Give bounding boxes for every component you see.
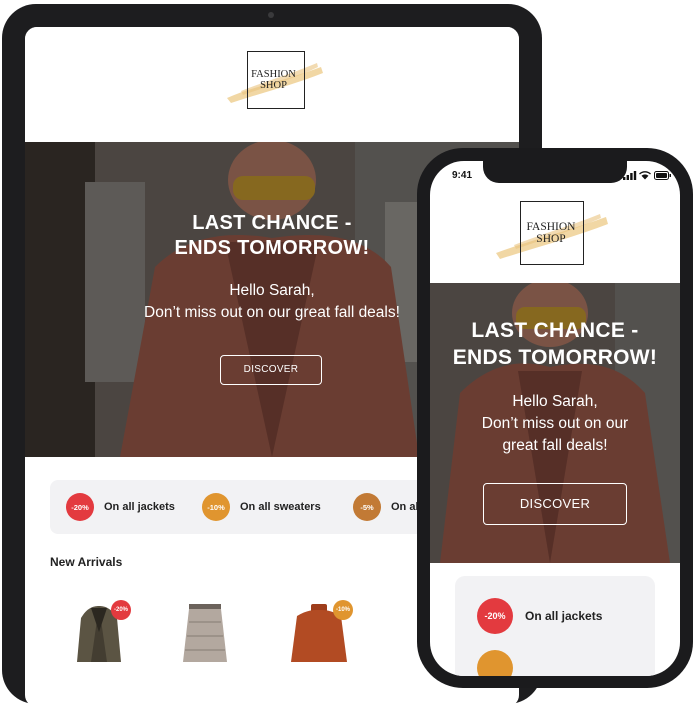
discount-badge: -5% (353, 493, 381, 521)
phone-hero-banner: LAST CHANCE - ENDS TOMORROW! Hello Sarah… (430, 283, 680, 563)
logo-line-1: FASHION (526, 221, 576, 233)
status-time: 9:41 (452, 170, 473, 181)
discount-badge: -20% (66, 493, 94, 521)
hero-headline-line-2: ENDS TOMORROW! (452, 346, 658, 369)
tablet-camera (268, 12, 274, 18)
product-jacket[interactable]: -20% (63, 600, 135, 662)
new-arrivals-heading: New Arrivals (50, 555, 123, 569)
tablet-email-header: FASHION SHOP (25, 27, 519, 142)
discount-badge: -20% (477, 598, 513, 634)
product-discount-badge: -10% (333, 600, 353, 620)
promo-jackets[interactable]: -20% On all jackets (66, 493, 175, 521)
logo-line-1: FASHION (251, 69, 296, 80)
phone-email-header: FASHION SHOP (430, 187, 680, 283)
battery-icon (654, 171, 671, 180)
hero-body-line-2: great fall deals! (502, 437, 608, 454)
discover-button[interactable]: DISCOVER (483, 483, 627, 525)
brand-logo[interactable]: FASHION SHOP (492, 199, 612, 265)
logo-line-2: SHOP (260, 80, 287, 91)
hero-headline-line-1: LAST CHANCE - (471, 319, 639, 342)
phone-notch (483, 161, 627, 183)
promo-jackets[interactable]: -20% On all jackets (477, 598, 602, 634)
logo-line-2: SHOP (536, 233, 566, 245)
phone-device: 9:41 FASHION SHOP LAST CHANCE - ENDS TOM… (417, 148, 693, 688)
wifi-icon (639, 171, 651, 180)
brand-logo[interactable]: FASHION SHOP (221, 49, 326, 109)
discount-badge: -10% (202, 493, 230, 521)
product-discount-badge: -20% (111, 600, 131, 620)
product-skirt[interactable] (175, 602, 235, 662)
discover-button[interactable]: DISCOVER (220, 355, 322, 385)
phone-promo-list: -20% On all jackets (455, 576, 655, 676)
product-sweater[interactable]: -10% (283, 600, 355, 662)
promo-sweaters[interactable]: -10% On all sweaters (202, 493, 321, 521)
discount-badge-partial (477, 650, 513, 676)
promo-other[interactable]: -5% On all (353, 493, 422, 521)
promo-label: On all sweaters (240, 501, 321, 513)
phone-screen: 9:41 FASHION SHOP LAST CHANCE - ENDS TOM… (430, 161, 680, 676)
promo-label: On all jackets (104, 501, 175, 513)
promo-label: On all jackets (525, 609, 603, 623)
skirt-image (183, 604, 227, 662)
hero-body-line-1: Don’t miss out on our (481, 415, 629, 432)
hero-greeting: Hello Sarah, (512, 393, 598, 410)
